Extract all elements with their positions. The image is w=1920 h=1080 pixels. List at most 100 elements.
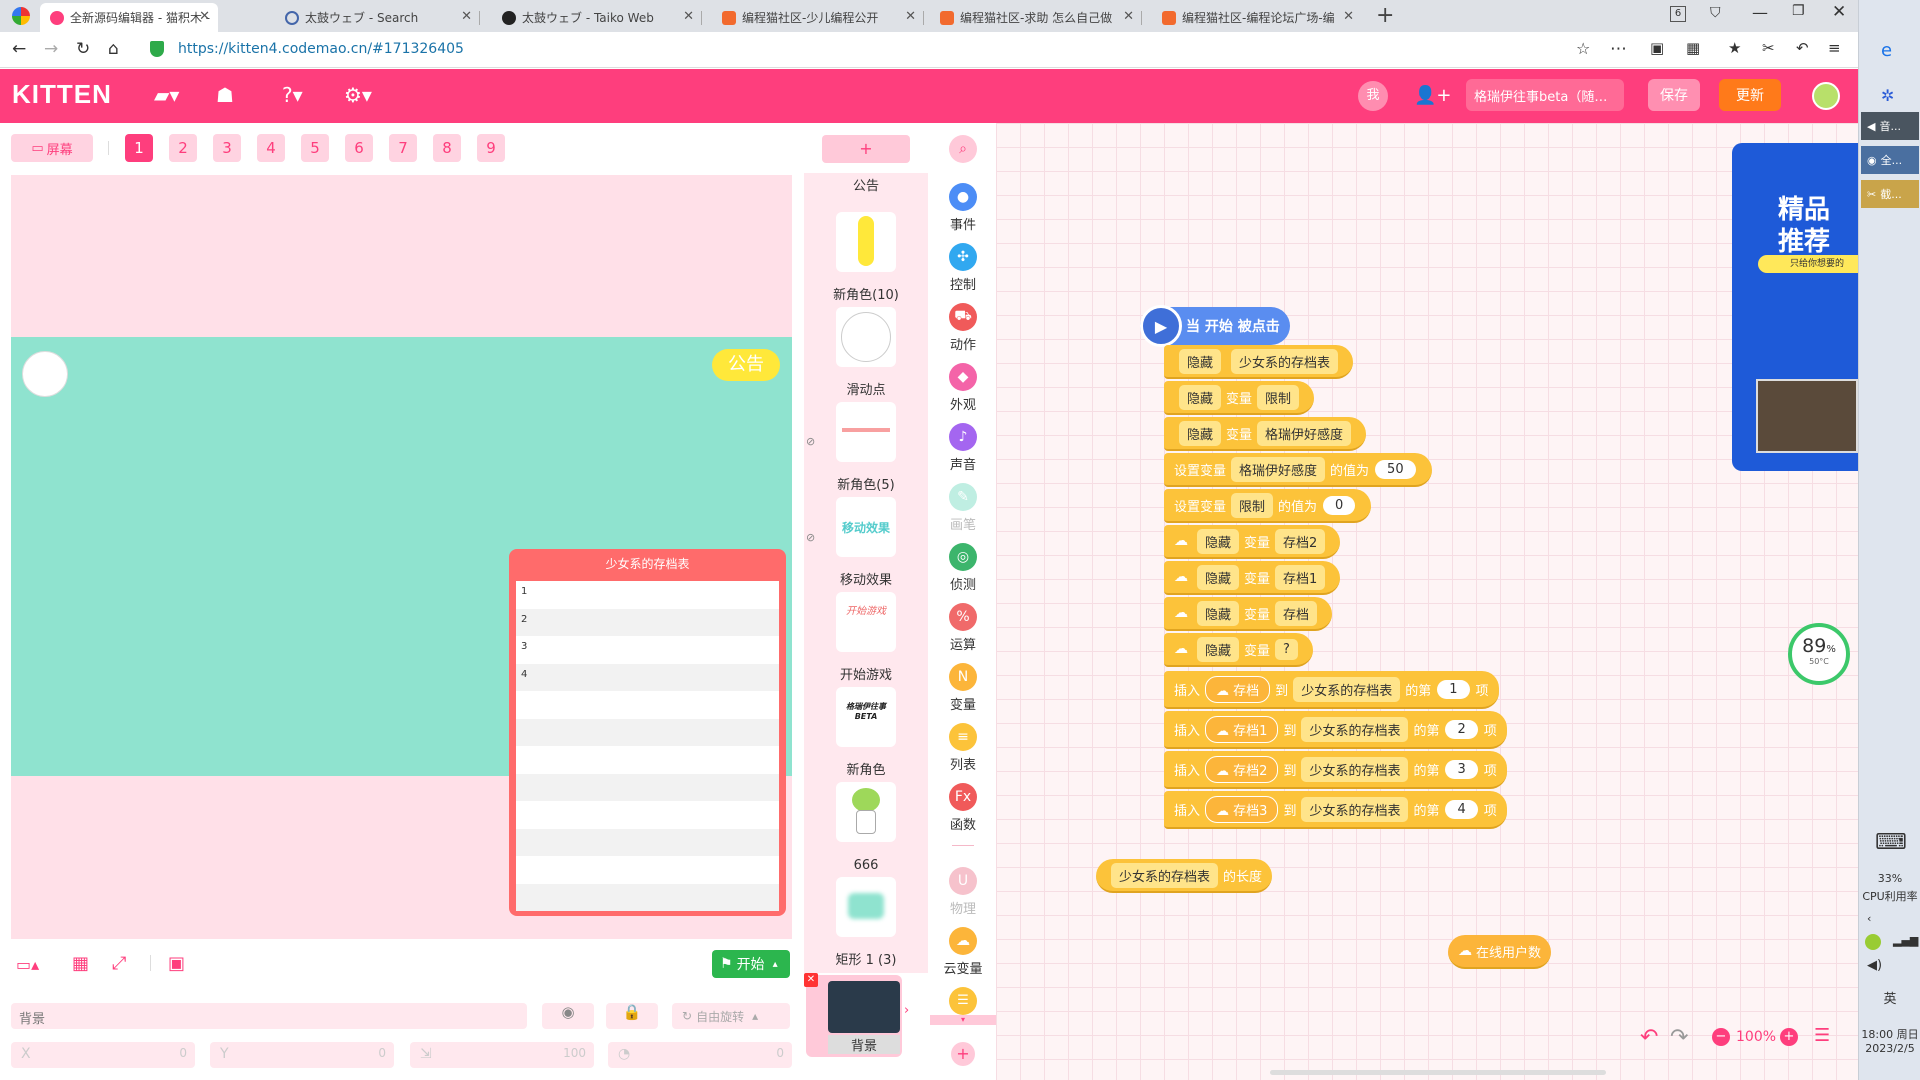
cloud-var-dropdown[interactable]: ? — [1275, 638, 1298, 660]
value-input[interactable]: 50 — [1375, 459, 1416, 479]
align-blocks-icon[interactable]: ☰ — [1814, 1025, 1830, 1046]
bookmark-star-icon[interactable]: ☆ — [1576, 39, 1590, 58]
list-monitor[interactable]: 少女系的存档表 1 2 3 4 — [509, 549, 786, 916]
more-icon[interactable]: ⋯ — [1610, 39, 1627, 59]
visibility-toggle[interactable]: ◉ — [542, 1003, 594, 1029]
script-workspace[interactable]: ▶ 当 开始 被点击 隐藏 少女系的存档表 隐藏 变量 限制 隐藏 变量 格瑞伊… — [996, 123, 1858, 1080]
hide-dropdown[interactable]: 隐藏 — [1197, 528, 1240, 554]
add-sprite-button[interactable]: + — [822, 135, 910, 163]
tab-kitten-editor[interactable]: 全新源码编辑器 - 猫积木 - ✕ — [40, 3, 218, 32]
category-events[interactable]: ● 事件 — [930, 183, 996, 233]
insert-list-block[interactable]: 插入 ☁ 存档3 到 少女系的存档表 的第 4 项 — [1164, 791, 1507, 829]
zoom-out-icon[interactable]: − — [1712, 1028, 1730, 1046]
var-dropdown[interactable]: 限制 — [1231, 492, 1274, 518]
index-input[interactable]: 1 — [1437, 679, 1470, 699]
hide-dropdown[interactable]: 隐藏 — [1179, 420, 1222, 446]
tab-count-badge[interactable]: 6 — [1670, 6, 1686, 22]
category-cloud-variables[interactable]: ☁ 云变量 — [930, 927, 996, 977]
sprite-item[interactable]: 开始游戏 开始游戏 — [822, 588, 910, 683]
sprite-item[interactable]: 666 — [822, 778, 910, 873]
help-icon[interactable]: ?▾ — [282, 83, 303, 107]
hide-var-block[interactable]: 隐藏 变量 限制 — [1164, 381, 1315, 415]
index-input[interactable]: 2 — [1445, 719, 1478, 739]
cloud-var-reporter[interactable]: ☁ 存档 — [1205, 675, 1271, 703]
network-icon[interactable]: ▂▄▆ — [1893, 934, 1918, 947]
list-dropdown[interactable]: 少女系的存档表 — [1231, 348, 1339, 374]
index-input[interactable]: 3 — [1445, 759, 1478, 779]
tab-codemao-2[interactable]: 编程猫社区-求助 怎么自己做 ✕ — [930, 3, 1142, 32]
var-dropdown[interactable]: 格瑞伊好感度 — [1257, 420, 1352, 446]
rotation-mode-select[interactable]: ↻ 自由旋转 ▴ — [672, 1003, 790, 1029]
list-dropdown[interactable]: 少女系的存档表 — [1301, 756, 1409, 782]
cloud-var-reporter[interactable]: ☁ 存档3 — [1205, 795, 1279, 823]
hide-cloud-var-block[interactable]: ☁ 隐藏 变量 ? — [1164, 633, 1313, 667]
hide-cloud-var-block[interactable]: ☁ 隐藏 变量 存档2 — [1164, 525, 1341, 559]
url-input[interactable]: https://kitten4.codemao.cn/#171326405 — [178, 41, 464, 57]
taskbar-item-audio[interactable]: ◀ 音... — [1861, 112, 1919, 140]
tab-close-icon[interactable]: ✕ — [1343, 9, 1354, 24]
record-icon[interactable]: ▣ — [168, 953, 185, 974]
folder-icon[interactable]: ▰▾ — [154, 83, 179, 107]
update-button[interactable]: 更新 — [1719, 79, 1781, 111]
scene-7[interactable]: 7 — [389, 134, 417, 162]
clock-date[interactable]: 2023/2/5 — [1859, 1042, 1920, 1055]
sprite-item[interactable]: 新角色(5) — [822, 398, 910, 493]
white-circle-sprite[interactable] — [22, 351, 68, 397]
sprite-item[interactable]: 矩形 1 (3) — [822, 873, 910, 968]
tab-taiko-web[interactable]: 太鼓ウェブ - Taiko Web ✕ — [492, 3, 702, 32]
search-icon[interactable]: ⌕ — [949, 135, 977, 163]
hide-dropdown[interactable]: 隐藏 — [1179, 384, 1222, 410]
zoom-in-icon[interactable]: + — [1780, 1028, 1798, 1046]
forward-icon[interactable]: → — [44, 39, 58, 59]
tab-close-icon[interactable]: ✕ — [1123, 9, 1134, 24]
category-variables[interactable]: N 变量 — [930, 663, 996, 713]
volume-icon[interactable]: ◀) — [1867, 958, 1882, 973]
category-operators[interactable]: % 运算 — [930, 603, 996, 653]
background-item[interactable]: ✕ 背景 › — [804, 973, 909, 1057]
category-sound[interactable]: ♪ 声音 — [930, 423, 996, 473]
hide-dropdown[interactable]: 隐藏 — [1197, 600, 1240, 626]
hide-cloud-var-block[interactable]: ☁ 隐藏 变量 存档 — [1164, 597, 1333, 631]
insert-list-block[interactable]: 插入 ☁ 存档2 到 少女系的存档表 的第 3 项 — [1164, 751, 1507, 789]
sprite-item[interactable]: 移动效果 移动效果 — [822, 493, 910, 588]
redo-icon[interactable]: ↷ — [1670, 1025, 1688, 1050]
tab-close-icon[interactable]: ✕ — [461, 9, 472, 24]
category-motion[interactable]: ⛟ 动作 — [930, 303, 996, 353]
scene-5[interactable]: 5 — [301, 134, 329, 162]
tray-app-icon[interactable] — [1865, 934, 1881, 950]
grid-icon[interactable]: ▦ — [72, 953, 89, 974]
favorites-icon[interactable]: ★ — [1728, 39, 1741, 57]
undo-icon[interactable]: ↶ — [1640, 1025, 1658, 1050]
hide-dropdown[interactable]: 隐藏 — [1197, 564, 1240, 590]
scene-4[interactable]: 4 — [257, 134, 285, 162]
category-looks[interactable]: ◆ 外观 — [930, 363, 996, 413]
more-categories-icon[interactable]: ☰ — [949, 987, 977, 1015]
back-icon[interactable]: ← — [12, 39, 26, 59]
cloud-var-reporter[interactable]: ☁ 存档1 — [1205, 715, 1279, 743]
minimize-button[interactable]: — — [1752, 3, 1768, 22]
stage-size-icon[interactable]: ▭▴ — [16, 955, 39, 974]
size-field[interactable]: ⇲ 100 — [410, 1042, 594, 1068]
keyboard-icon[interactable]: ⌨ — [1875, 830, 1907, 855]
set-var-block[interactable]: 设置变量 限制 的值为 0 — [1164, 489, 1372, 523]
category-control[interactable]: ✣ 控制 — [930, 243, 996, 293]
direction-field[interactable]: ◔ 0 — [608, 1042, 792, 1068]
insert-list-block[interactable]: 插入 ☁ 存档 到 少女系的存档表 的第 1 项 — [1164, 671, 1499, 709]
horizontal-scrollbar[interactable] — [1270, 1070, 1606, 1075]
hide-dropdown[interactable]: 隐藏 — [1179, 348, 1222, 374]
value-input[interactable]: 0 — [1323, 495, 1356, 515]
add-extension-button[interactable]: + — [951, 1042, 975, 1066]
scene-9[interactable]: 9 — [477, 134, 505, 162]
tab-close-icon[interactable]: ✕ — [905, 9, 916, 24]
tab-close-icon[interactable]: ✕ — [683, 9, 694, 24]
stage-canvas[interactable]: 公告 少女系的存档表 1 2 3 4 — [11, 175, 792, 939]
tab-codemao-1[interactable]: 编程猫社区-少儿编程公开 ✕ — [712, 3, 924, 32]
sprite-name-input[interactable]: 背景 — [11, 1003, 527, 1029]
apps-icon[interactable]: ▦ — [1686, 39, 1700, 57]
delete-icon[interactable]: ✕ — [804, 973, 818, 987]
cloud-var-reporter[interactable]: ☁ 存档2 — [1205, 755, 1279, 783]
hide-list-block[interactable]: 隐藏 少女系的存档表 — [1164, 345, 1354, 379]
taskbar-item-screenshot[interactable]: ✂ 截... — [1861, 180, 1919, 208]
start-button[interactable]: ⚑ 开始 ▴ — [712, 950, 790, 978]
hidden-eye-icon[interactable]: ⊘ — [806, 435, 815, 448]
